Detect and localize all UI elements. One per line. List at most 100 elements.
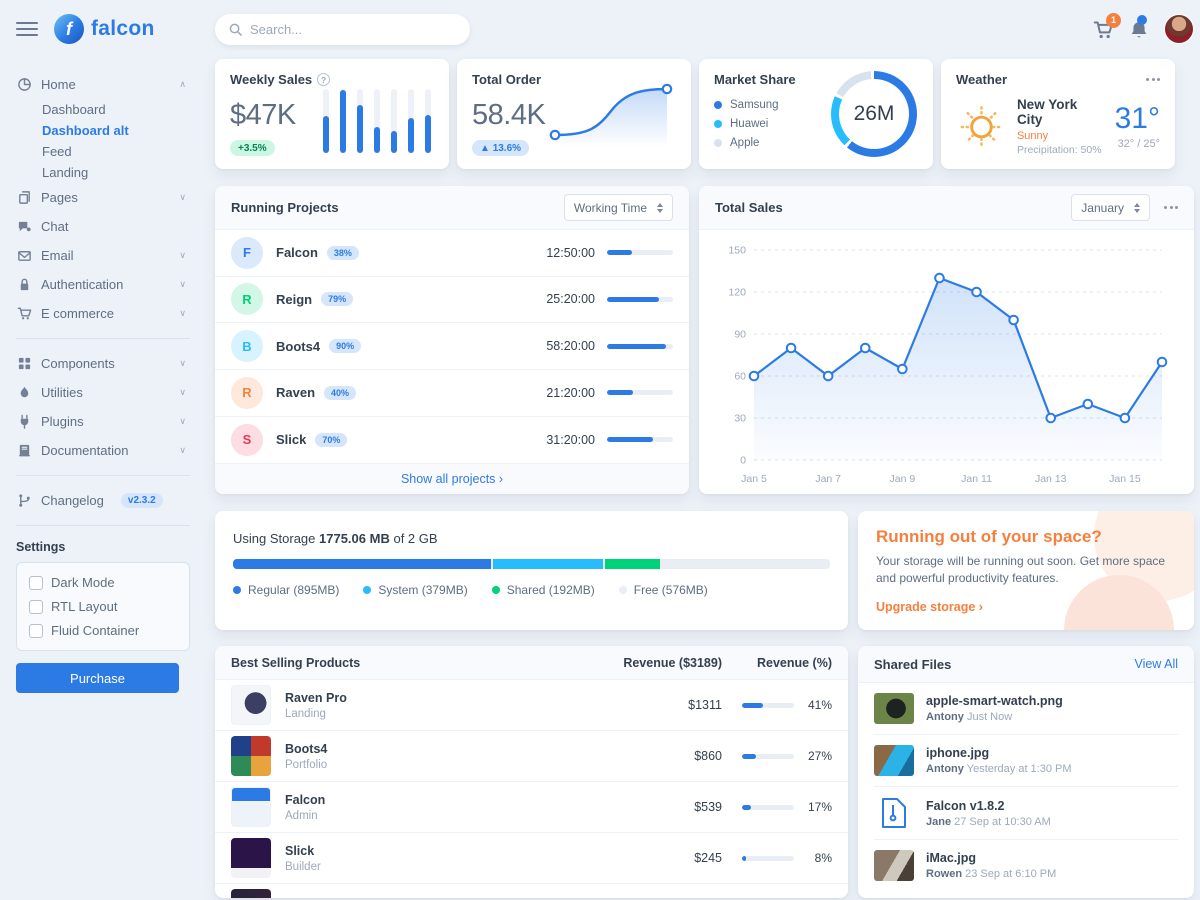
product-progress-bar [742,805,794,810]
code-branch-icon [16,493,32,508]
product-thumbnail [231,787,271,827]
project-name[interactable]: Boots4 [276,339,320,354]
sidebar-item-dashboard[interactable]: Dashboard [16,99,190,120]
product-name[interactable]: Slick [285,844,321,858]
view-all-link[interactable]: View All [1134,657,1178,671]
sidebar-item-components[interactable]: Components ∨ [16,349,190,378]
project-progress-badge: 90% [329,339,361,353]
file-row[interactable]: apple-smart-watch.png Antony Just Now [874,683,1178,735]
project-avatar: B [231,330,263,362]
product-category: Landing [285,708,347,720]
project-row[interactable]: R Reign 79% 25:20:00 [215,277,689,324]
product-row[interactable]: FalconAdmin $539 17% [215,782,848,833]
project-progress-bar [607,390,673,395]
upgrade-storage-link[interactable]: Upgrade storage › [876,600,983,614]
product-pct: 8% [804,851,832,865]
divider [16,475,190,476]
show-all-projects-link[interactable]: Show all projects › [401,472,503,486]
dark-mode-checkbox[interactable]: Dark Mode [29,575,177,590]
product-name[interactable]: Raven Pro [285,691,347,705]
file-name[interactable]: apple-smart-watch.png [926,694,1063,708]
user-avatar[interactable] [1164,14,1194,44]
file-name[interactable]: iMac.jpg [926,851,1056,865]
lock-icon [16,277,32,292]
fluid-container-checkbox[interactable]: Fluid Container [29,623,177,638]
file-thumbnail [874,745,914,776]
chevron-down-icon: ∨ [179,387,186,398]
main-content: Search... 1 Weekly Sales? $47K +3.5% [200,0,1200,900]
sidebar-child-label: Dashboard alt [42,123,129,138]
sidebar-item-pages[interactable]: Pages ∨ [16,183,190,212]
checkbox-icon[interactable] [29,624,43,638]
checkbox-icon[interactable] [29,576,43,590]
product-pct: 17% [804,800,832,814]
sidebar-item-feed[interactable]: Feed [16,141,190,162]
legend-dot [619,586,627,594]
project-progress-badge: 70% [315,433,347,447]
project-time: 58:20:00 [546,339,595,353]
legend-label: Huawei [730,118,768,130]
sidebar-item-authentication[interactable]: Authentication ∨ [16,270,190,299]
sidebar-item-ecommerce[interactable]: E commerce ∨ [16,299,190,328]
project-row[interactable]: B Boots4 90% 58:20:00 [215,323,689,370]
file-row[interactable]: Falcon v1.8.2 Jane 27 Sep at 10:30 AM [874,787,1178,840]
search-input[interactable]: Search... [215,14,470,45]
notifications-button[interactable] [1130,20,1148,39]
project-avatar: R [231,377,263,409]
brand-logo[interactable]: f falcon [54,14,155,44]
product-category: Admin [285,810,325,822]
project-name[interactable]: Falcon [276,245,318,260]
file-name[interactable]: Falcon v1.8.2 [926,799,1051,813]
notification-dot [1137,15,1147,25]
product-progress-bar [742,754,794,759]
working-time-select[interactable]: Working Time [564,194,673,221]
more-menu-icon[interactable] [1146,74,1160,85]
sidebar-item-changelog[interactable]: Changelog v2.3.2 [16,486,190,515]
sidebar-item-chat[interactable]: Chat [16,212,190,241]
weather-range: 32° / 25° [1115,138,1160,150]
svg-text:Jan 9: Jan 9 [889,473,915,485]
project-progress-bar [607,437,673,442]
cart-button[interactable]: 1 [1093,20,1114,39]
month-select[interactable]: January [1071,194,1150,221]
sidebar-item-landing[interactable]: Landing [16,162,190,183]
more-menu-icon[interactable] [1164,202,1178,213]
project-row[interactable]: R Raven 40% 21:20:00 [215,370,689,417]
project-name[interactable]: Slick [276,432,306,447]
product-name[interactable]: Falcon [285,793,325,807]
sidebar-item-email[interactable]: Email ∨ [16,241,190,270]
product-revenue: $1311 [602,698,722,712]
product-thumbnail [231,736,271,776]
checkbox-icon[interactable] [29,600,43,614]
product-name[interactable]: Boots4 [285,742,327,756]
sidebar-child-label: Landing [42,165,88,180]
product-row[interactable]: Boots4Portfolio $860 27% [215,731,848,782]
sidebar-item-label: Email [41,248,74,263]
project-name[interactable]: Reign [276,292,312,307]
product-row[interactable]: Raven Pro Landing $1311 41% [215,680,848,731]
rtl-layout-checkbox[interactable]: RTL Layout [29,599,177,614]
product-row[interactable]: SlickBuilder $245 8% [215,833,848,884]
storage-progress-bar [233,559,830,569]
sidebar-item-utilities[interactable]: Utilities ∨ [16,378,190,407]
sidebar-item-dashboard-alt[interactable]: Dashboard alt [16,120,190,141]
file-name[interactable]: iphone.jpg [926,746,1072,760]
file-thumbnail [874,850,914,881]
svg-text:Jan 5: Jan 5 [741,473,767,485]
sidebar-item-plugins[interactable]: Plugins ∨ [16,407,190,436]
product-pct: 41% [804,698,832,712]
help-icon[interactable]: ? [317,73,330,86]
legend-label: Samsung [730,99,779,111]
hamburger-menu-icon[interactable] [16,22,38,36]
sidebar-item-documentation[interactable]: Documentation ∨ [16,436,190,465]
project-name[interactable]: Raven [276,385,315,400]
product-row[interactable] [215,884,848,898]
project-row[interactable]: F Falcon 38% 12:50:00 [215,230,689,277]
svg-text:30: 30 [734,413,746,425]
legend-label: System (379MB) [378,583,467,597]
file-row[interactable]: iphone.jpg Antony Yesterday at 1:30 PM [874,735,1178,787]
sidebar-item-home[interactable]: Home ∧ [16,70,190,99]
project-row[interactable]: S Slick 70% 31:20:00 [215,417,689,464]
file-row[interactable]: iMac.jpg Rowen 23 Sep at 6:10 PM [874,840,1178,891]
purchase-button[interactable]: Purchase [16,663,179,693]
